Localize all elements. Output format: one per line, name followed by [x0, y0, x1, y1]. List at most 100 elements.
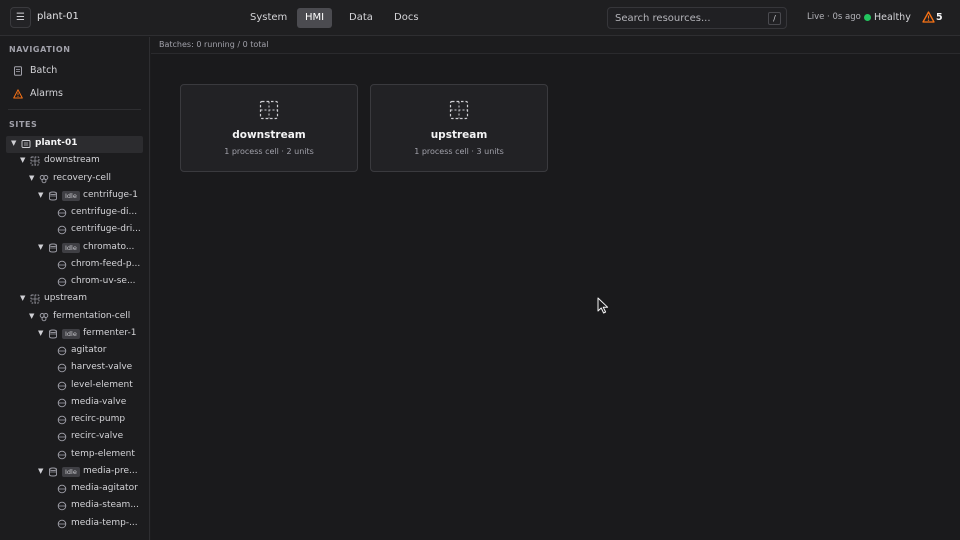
- tab-data[interactable]: Data: [341, 8, 381, 28]
- main-content: Batches: 0 running / 0 total downstream …: [151, 37, 960, 540]
- module-icon: [57, 260, 67, 269]
- search-input[interactable]: Search resources... /: [607, 7, 787, 29]
- tree-node[interactable]: media-valve: [6, 395, 143, 412]
- alarm-count[interactable]: 5: [936, 12, 943, 23]
- tree-node[interactable]: chrom-uv-se...: [6, 274, 143, 291]
- caret-down-icon[interactable]: ▼: [38, 467, 46, 475]
- tree-node-label: upstream: [44, 293, 87, 304]
- hamburger-icon[interactable]: ☰: [10, 7, 31, 28]
- tree-node-label: recirc-valve: [71, 431, 124, 442]
- tree-node-label: centrifuge-1: [83, 189, 139, 200]
- tree-node[interactable]: media-steam...: [6, 498, 143, 515]
- tree-node-label: temp-element: [71, 448, 135, 459]
- sidebar-item-label: Alarms: [30, 88, 63, 99]
- module-icon: [57, 277, 67, 287]
- tab-docs[interactable]: Docs: [386, 8, 427, 28]
- caret-down-icon[interactable]: ▼: [11, 139, 19, 147]
- tree-node-label: recovery-cell: [53, 172, 111, 183]
- tree-node[interactable]: ▼ recovery-cell: [6, 171, 143, 188]
- site-icon: [21, 140, 31, 148]
- status-badge: Idle: [62, 190, 80, 201]
- caret-down-icon[interactable]: ▼: [38, 329, 46, 337]
- tree-node[interactable]: centrifuge-dri...: [6, 222, 143, 239]
- cell-icon: [39, 174, 49, 183]
- tree-node[interactable]: ▼ downstream: [6, 153, 143, 170]
- tree-node[interactable]: agitator: [6, 343, 143, 360]
- tree-node[interactable]: recirc-pump: [6, 412, 143, 429]
- area-card-downstream[interactable]: downstream 1 process cell · 2 units: [180, 84, 358, 172]
- sites-heading: SITES: [9, 120, 38, 129]
- module-icon: [57, 226, 67, 235]
- tree-node-label: media-pre...: [83, 465, 138, 476]
- tab-system[interactable]: System: [242, 8, 295, 28]
- tree-node-label: fermentation-cell: [53, 310, 131, 321]
- batch-status: Batches: 0 running / 0 total: [159, 40, 269, 49]
- caret-down-icon[interactable]: ▼: [20, 294, 28, 302]
- tree-node-label: media-temp-...: [71, 517, 138, 528]
- tree-node-label: fermenter-1: [83, 327, 137, 338]
- caret-down-icon[interactable]: ▼: [38, 191, 46, 199]
- health-status-dot: [864, 14, 871, 21]
- tree-node[interactable]: recirc-valve: [6, 429, 143, 446]
- sidebar: NAVIGATION Batch Alarms SITES ▼ plant-01 ▼…: [0, 37, 150, 540]
- status-badge: Idle: [62, 328, 80, 339]
- batch-status-bar: Batches: 0 running / 0 total: [151, 37, 960, 54]
- tree-node-label: centrifuge-dri...: [71, 224, 141, 235]
- tree-node[interactable]: media-temp-...: [6, 516, 143, 533]
- sidebar-divider: [8, 109, 141, 110]
- status-badge: Idle: [62, 242, 80, 253]
- tree-node[interactable]: level-element: [6, 378, 143, 395]
- module-icon: [57, 450, 67, 459]
- document-icon: [14, 66, 22, 76]
- health-status-label: Healthy: [874, 12, 911, 23]
- module-icon: [57, 433, 67, 442]
- area-icon: [30, 294, 40, 304]
- site-title: plant-01: [37, 11, 79, 22]
- caret-down-icon[interactable]: ▼: [29, 312, 37, 320]
- tree-node-label: centrifuge-di...: [71, 207, 138, 217]
- tree-node-label: chrom-uv-se...: [71, 276, 136, 286]
- search-placeholder: Search resources...: [615, 13, 711, 24]
- module-icon: [57, 484, 67, 494]
- tree-node[interactable]: chrom-feed-p...: [6, 257, 143, 274]
- tree-node[interactable]: temp-element: [6, 447, 143, 464]
- tree-node[interactable]: ▼ Idle chromato...: [6, 240, 143, 257]
- status-badge: Idle: [62, 466, 80, 477]
- card-subtitle: 1 process cell · 3 units: [414, 147, 504, 156]
- tree-node-label: downstream: [44, 155, 100, 166]
- tab-hmi[interactable]: HMI: [297, 8, 333, 28]
- tree-node-label: recirc-pump: [71, 414, 126, 424]
- caret-down-icon[interactable]: ▼: [29, 174, 37, 182]
- module-icon: [57, 346, 67, 356]
- top-bar: ☰ plant-01 System HMI Data Docs Search r…: [0, 0, 960, 36]
- caret-down-icon[interactable]: ▼: [20, 156, 28, 164]
- module-icon: [57, 415, 67, 425]
- unit-icon: [49, 329, 57, 339]
- tree-node-label: plant-01: [35, 138, 78, 148]
- area-icon: [30, 156, 40, 166]
- tree-node-label: agitator: [71, 345, 107, 355]
- tree-node-label: chromato...: [83, 241, 135, 252]
- module-icon: [57, 381, 67, 390]
- mouse-cursor-icon: [597, 297, 609, 314]
- tree-node[interactable]: media-agitator: [6, 481, 143, 498]
- sidebar-item-label: Batch: [30, 65, 58, 76]
- area-card-upstream[interactable]: upstream 1 process cell · 3 units: [370, 84, 548, 172]
- tree-node[interactable]: harvest-valve: [6, 360, 143, 377]
- tree-node[interactable]: ▼ plant-01: [6, 136, 143, 153]
- warning-icon[interactable]: [922, 11, 935, 23]
- tree-node-label: media-valve: [71, 396, 127, 407]
- navigation-heading: NAVIGATION: [9, 45, 71, 54]
- tree-node[interactable]: ▼ fermentation-cell: [6, 309, 143, 326]
- tree-node[interactable]: ▼ Idle fermenter-1: [6, 326, 143, 343]
- module-icon: [57, 519, 67, 528]
- tree-node[interactable]: centrifuge-di...: [6, 205, 143, 222]
- caret-down-icon[interactable]: ▼: [38, 243, 46, 251]
- tree-node[interactable]: ▼ upstream: [6, 291, 143, 308]
- card-title: downstream: [232, 129, 306, 141]
- tree-node[interactable]: ▼ Idle centrifuge-1: [6, 188, 143, 205]
- tree-node-label: level-element: [71, 379, 133, 390]
- tree-node[interactable]: ▼ Idle media-pre...: [6, 464, 143, 481]
- area-icon: [259, 100, 279, 120]
- module-icon: [57, 208, 67, 218]
